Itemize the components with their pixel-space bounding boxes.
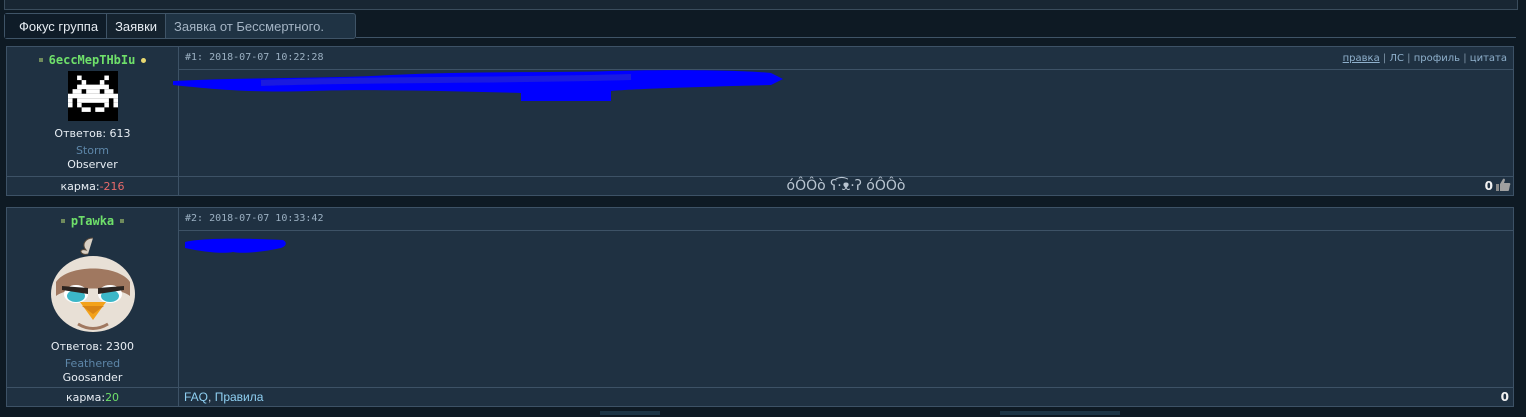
user-rank: Feathered (64, 357, 121, 370)
reply-count: Ответов: 613 (54, 127, 131, 140)
quote-link[interactable]: цитата (1470, 53, 1507, 64)
divider (356, 37, 1516, 38)
space-invader-icon (67, 71, 118, 121)
karma-label: карма: (65, 390, 106, 404)
redacted-scribble (185, 238, 286, 253)
post-actions: правка | ЛС | профиль | цитата (1342, 53, 1507, 64)
user-rank: Storm (75, 144, 110, 157)
breadcrumb-item-applications[interactable]: Заявки (107, 14, 167, 38)
karma-label: карма: (60, 179, 100, 193)
karma-value[interactable]: -216 (100, 180, 125, 193)
post-signature-area: FAQ, Правила 0 (179, 388, 1513, 406)
post-rating: 0 (1484, 179, 1493, 193)
status-dot (60, 219, 65, 223)
avatar[interactable] (48, 234, 138, 334)
faq-link[interactable]: FAQ (184, 390, 208, 404)
status-dot (38, 58, 43, 62)
thumbs-up-icon[interactable] (1495, 178, 1511, 192)
post-footer: карма: 20 FAQ, Правила 0 (7, 387, 1513, 406)
redacted-scribble (173, 70, 783, 101)
top-panel (4, 0, 1518, 10)
profile-link[interactable]: профиль (1414, 53, 1460, 64)
karma-value[interactable]: 20 (105, 391, 119, 404)
post-1: 6еccMepTHbIu Ответов: 613 Storm Observer… (6, 46, 1514, 196)
post-author-panel: 6еccMepTHbIu Ответов: 613 Storm Observer (7, 47, 179, 176)
signature-links: FAQ, Правила (184, 390, 263, 404)
post-body: #1: 2018-07-07 10:22:28 правка | ЛС | пр… (173, 47, 1513, 176)
link-separator: , (208, 390, 215, 404)
signature: óÔÔò ʕ·͡ᴥ·ʔ óÔÔò (786, 178, 906, 194)
breadcrumb-current: Заявка от Бессмертного. (174, 18, 324, 34)
online-indicator-icon (141, 57, 147, 63)
post-body: #2: 2018-07-07 10:33:42 (179, 208, 1513, 387)
avatar[interactable] (67, 71, 118, 121)
post-author-panel: pTawka Ответов: 2300 Feathered Goosander (7, 208, 179, 387)
username[interactable]: 6еccMepTHbIu (7, 53, 178, 67)
background-texture (1000, 411, 1120, 415)
breadcrumb: Фокус группа Заявки Заявка от Бессмертно… (4, 13, 356, 39)
post-rating: 0 (1500, 390, 1509, 404)
user-title: Goosander (62, 371, 123, 384)
rules-link[interactable]: Правила (215, 390, 264, 404)
background-texture (600, 411, 660, 415)
karma: карма: 20 (7, 388, 179, 406)
karma: карма: -216 (7, 177, 179, 195)
reply-count: Ответов: 2300 (50, 340, 135, 353)
post-footer: карма: -216 óÔÔò ʕ·͡ᴥ·ʔ óÔÔò 0 (7, 176, 1513, 195)
username[interactable]: pTawka (7, 214, 178, 228)
post-number-date[interactable]: #1: 2018-07-07 10:22:28 (185, 52, 323, 63)
username-text[interactable]: 6еccMepTHbIu (49, 53, 136, 67)
username-text[interactable]: pTawka (71, 214, 114, 228)
breadcrumb-item-focus-group[interactable]: Фокус группа (5, 14, 108, 38)
offline-indicator-icon (120, 219, 125, 223)
angry-bird-avatar-icon (50, 237, 135, 332)
pm-link[interactable]: ЛС (1389, 53, 1404, 64)
edit-link[interactable]: правка (1343, 53, 1380, 64)
post-header: #2: 2018-07-07 10:33:42 (179, 208, 1513, 231)
post-signature-area: óÔÔò ʕ·͡ᴥ·ʔ óÔÔò 0 (179, 177, 1513, 195)
user-title: Observer (67, 158, 118, 171)
post-2: pTawka Ответов: 2300 Feathered Goosander… (6, 207, 1514, 407)
post-number-date[interactable]: #2: 2018-07-07 10:33:42 (185, 213, 323, 224)
